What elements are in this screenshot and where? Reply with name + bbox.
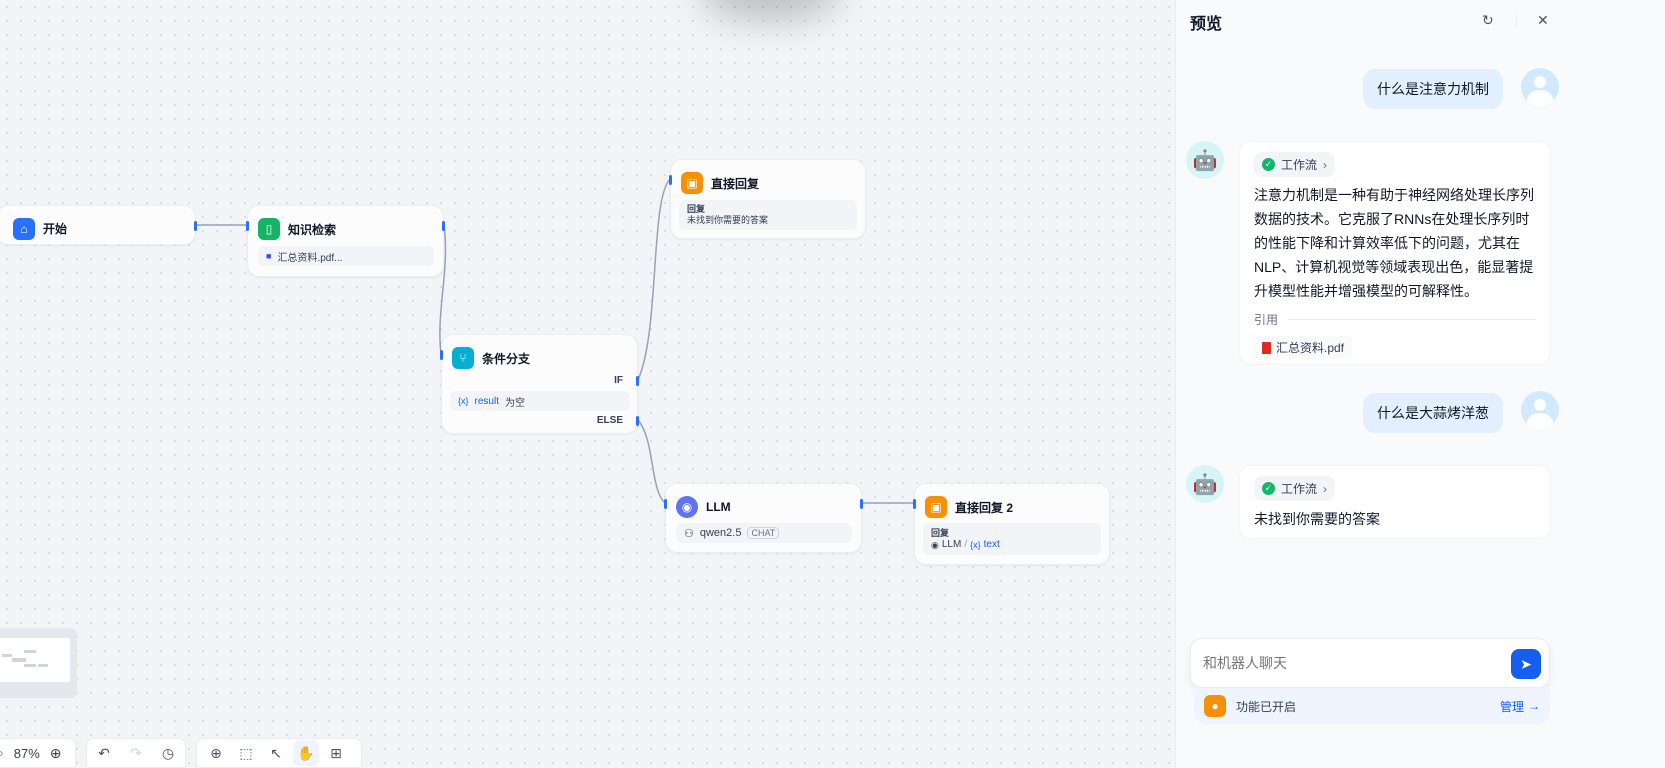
- input-handle[interactable]: [440, 350, 443, 360]
- bot-avatar: 🤖: [1186, 141, 1224, 179]
- chat-input-box[interactable]: ➤: [1190, 638, 1550, 688]
- bot-avatar: 🤖: [1186, 465, 1224, 503]
- history-icon[interactable]: ◷: [157, 740, 179, 766]
- input-handle[interactable]: [664, 499, 667, 509]
- edge-if-reply1: [637, 178, 671, 381]
- bot-message: ✓ 工作流 › 注意力机制是一种有助于神经网络处理长序列数据的技术。它克服了RN…: [1239, 141, 1551, 365]
- zoom-toolbar: ⌕ 87% ⊕: [0, 738, 76, 768]
- check-icon: ✓: [1262, 482, 1275, 495]
- answer-text: 未找到你需要的答案: [1254, 511, 1380, 527]
- zoom-level[interactable]: 87%: [14, 746, 40, 761]
- robot-icon: 🤖: [1192, 149, 1218, 172]
- user-message: 什么是注意力机制: [1363, 69, 1503, 109]
- input-handle[interactable]: [913, 499, 916, 509]
- user-message: 什么是大蒜烤洋葱: [1363, 393, 1503, 433]
- answer-text: 注意力机制是一种有助于神经网络处理长序列数据的技术。它克服了RNNs在处理长序列…: [1254, 187, 1534, 299]
- node-title: LLM: [706, 500, 731, 514]
- input-handle[interactable]: [669, 175, 672, 185]
- pdf-icon: [1262, 341, 1271, 354]
- condition-expression: {x} result 为空: [450, 391, 630, 411]
- citation-header: 引用: [1254, 311, 1536, 328]
- workflow-canvas[interactable]: ⌂ 开始 ▯ 知识检索 ■ 汇总资料.pdf... ⑂ 条件分支 IF {x} …: [0, 0, 1248, 768]
- input-handle[interactable]: [246, 221, 249, 231]
- chat-badge: CHAT: [747, 527, 780, 539]
- reply-variable: ◉ LLM / {x} text: [931, 539, 1000, 550]
- if-handle[interactable]: [636, 376, 639, 386]
- knowledge-file: ■ 汇总资料.pdf...: [258, 246, 434, 266]
- if-label: IF: [614, 375, 623, 386]
- chat-input[interactable]: [1203, 651, 1503, 675]
- minimap-viewport: [0, 638, 70, 682]
- pointer-icon[interactable]: ↖: [263, 740, 289, 766]
- history-toolbar: ↶ ↷ ◷: [86, 738, 186, 768]
- close-icon[interactable]: ✕: [1537, 12, 1549, 29]
- node-title: 知识检索: [288, 222, 337, 237]
- citation-file[interactable]: 汇总资料.pdf: [1254, 336, 1353, 359]
- node-knowledge[interactable]: ▯ 知识检索 ■ 汇总资料.pdf...: [246, 205, 445, 277]
- hand-icon[interactable]: ✋: [293, 740, 319, 766]
- manage-link[interactable]: 管理: [1500, 698, 1524, 715]
- robot-icon: 🤖: [1192, 473, 1218, 496]
- node-direct-reply-2[interactable]: ▣ 直接回复 2 回复 ◉ LLM / {x} text: [913, 483, 1110, 565]
- add-note-icon[interactable]: ⬚: [233, 740, 259, 766]
- preview-panel: 预览 ↻ ✕ 什么是注意力机制 🤖 ✓ 工作流 › 注意力机制是一种有助于神经网…: [1175, 0, 1665, 768]
- node-start[interactable]: ⌂ 开始: [0, 205, 197, 245]
- add-node-icon[interactable]: ⊕: [203, 740, 229, 766]
- folder-icon: ■: [266, 251, 272, 261]
- node-title: 条件分支: [482, 351, 531, 366]
- node-llm[interactable]: ◉ LLM ⚇ qwen2.5 CHAT: [664, 483, 863, 553]
- node-title: 开始: [43, 222, 68, 236]
- organize-icon[interactable]: ⊞: [323, 740, 349, 766]
- send-icon: ➤: [1520, 655, 1532, 672]
- llm-icon: ◉: [676, 496, 698, 518]
- home-icon: ⌂: [13, 217, 35, 240]
- undo-icon[interactable]: ↶: [93, 740, 115, 766]
- branch-icon: ⑂: [452, 347, 474, 369]
- workflow-chip[interactable]: ✓ 工作流 ›: [1254, 152, 1336, 177]
- node-title: 直接回复: [711, 176, 760, 191]
- llm-model: ⚇ qwen2.5 CHAT: [676, 523, 852, 543]
- chevron-right-icon: ›: [1323, 157, 1328, 172]
- bot-message: ✓ 工作流 › 未找到你需要的答案: [1239, 465, 1551, 539]
- reply-content: 回复 未找到你需要的答案: [679, 200, 857, 230]
- node-condition[interactable]: ⑂ 条件分支 IF {x} result 为空 ELSE: [440, 334, 639, 434]
- check-icon: ✓: [1262, 158, 1275, 171]
- reply-content: 回复 ◉ LLM / {x} text: [923, 523, 1101, 555]
- user-avatar: [1521, 68, 1559, 106]
- refresh-icon[interactable]: ↻: [1482, 12, 1494, 29]
- llm-small-icon: ◉: [931, 540, 939, 550]
- divider: [1516, 14, 1517, 28]
- user-avatar: [1521, 391, 1559, 429]
- output-handle[interactable]: [194, 221, 197, 231]
- reply-icon: ▣: [681, 172, 703, 194]
- feature-bar: ● 功能已开启 管理 →: [1194, 688, 1550, 724]
- feature-icon: ●: [1204, 695, 1226, 717]
- zoom-in-icon[interactable]: ⊕: [50, 745, 62, 762]
- reply-icon: ▣: [925, 496, 947, 518]
- arrow-right-icon: →: [1528, 699, 1540, 713]
- node-direct-reply-1[interactable]: ▣ 直接回复 回复 未找到你需要的答案: [669, 159, 866, 239]
- else-label: ELSE: [596, 415, 623, 426]
- redo-icon[interactable]: ↷: [125, 740, 147, 766]
- workflow-chip[interactable]: ✓ 工作流 ›: [1254, 476, 1336, 501]
- panel-title: 预览: [1190, 16, 1223, 33]
- model-icon: ⚇: [684, 527, 694, 540]
- edge-else-llm: [637, 419, 666, 504]
- send-button[interactable]: ➤: [1511, 649, 1541, 679]
- output-handle[interactable]: [860, 499, 863, 509]
- chevron-right-icon: ›: [1323, 481, 1328, 496]
- else-handle[interactable]: [636, 416, 639, 426]
- node-title: 直接回复 2: [955, 500, 1014, 515]
- output-handle[interactable]: [442, 221, 445, 231]
- minimap[interactable]: [0, 628, 77, 698]
- book-icon: ▯: [258, 218, 280, 240]
- zoom-out-icon[interactable]: ⌕: [0, 746, 4, 761]
- feature-status: 功能已开启: [1236, 699, 1297, 714]
- tools-toolbar: ⊕ ⬚ ↖ ✋ ⊞: [196, 738, 362, 768]
